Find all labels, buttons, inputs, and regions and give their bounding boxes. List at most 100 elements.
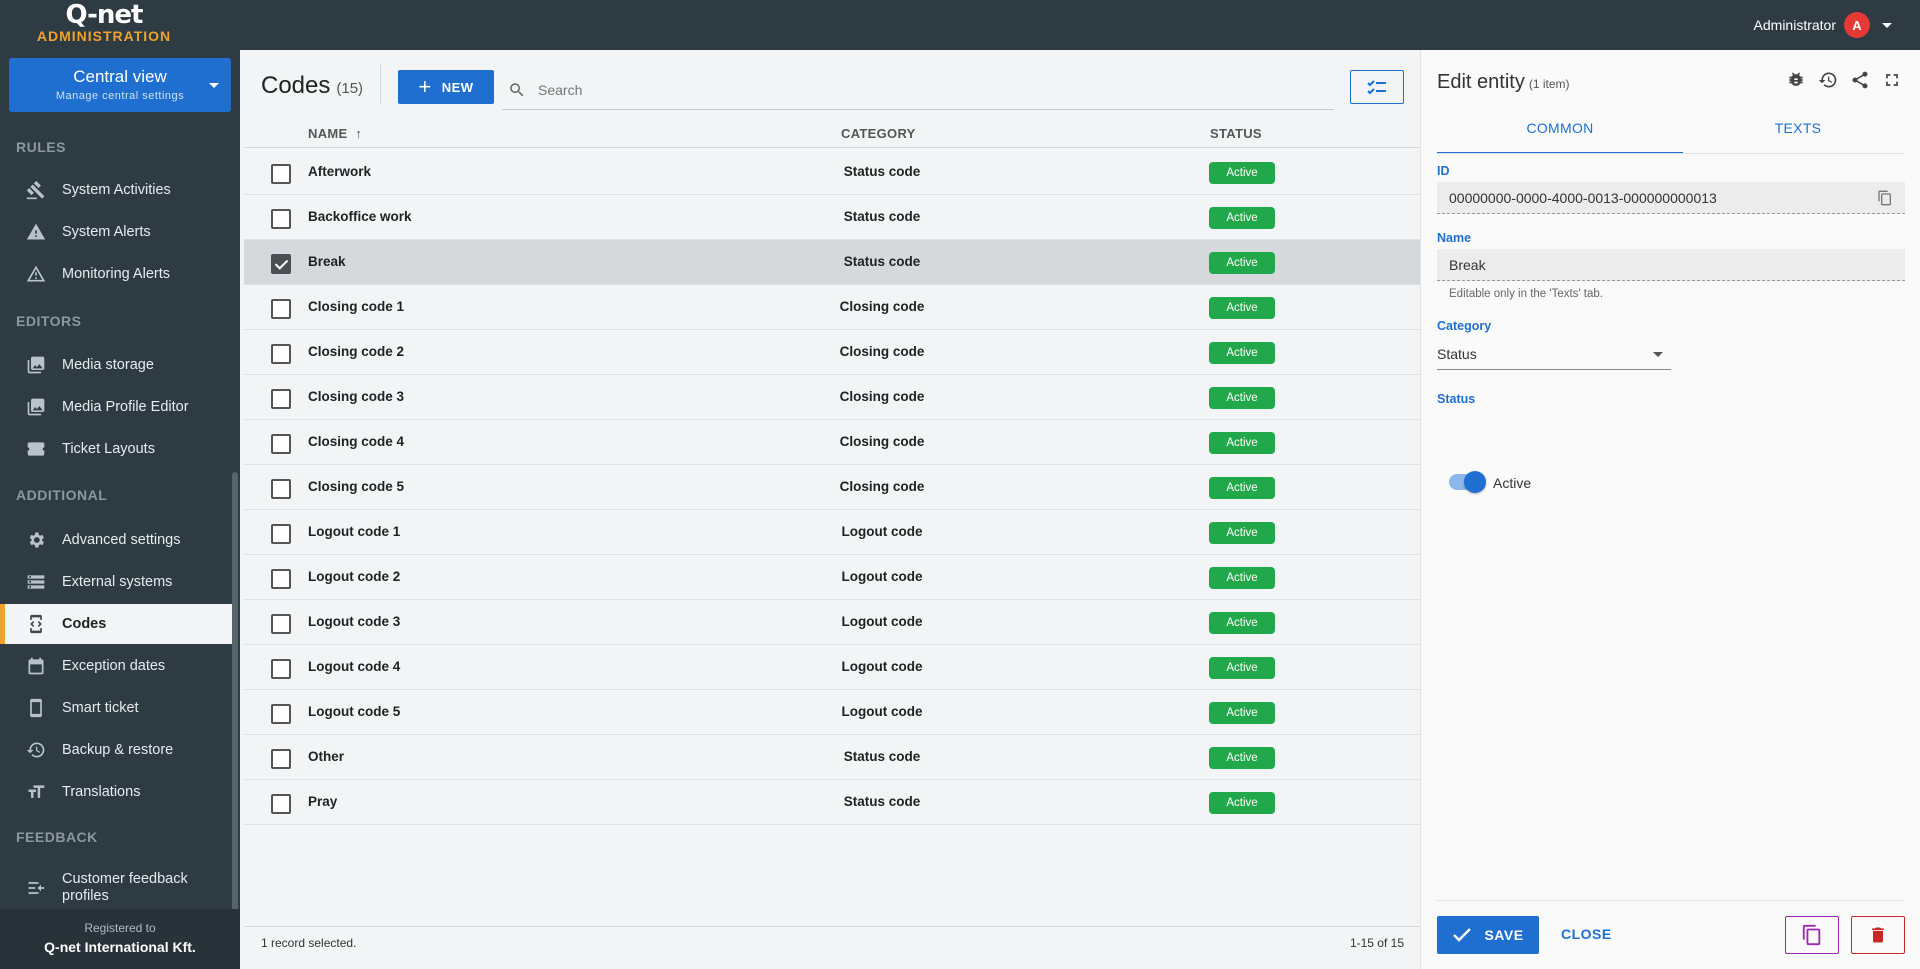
- status-badge: Active: [1209, 252, 1275, 274]
- section-editors: EDITORS: [16, 313, 82, 329]
- tabs-divider: [1437, 153, 1905, 154]
- copy-icon[interactable]: [1877, 190, 1893, 206]
- row-checkbox[interactable]: [271, 749, 291, 769]
- row-checkbox[interactable]: [271, 569, 291, 589]
- logo-main-text: Q-net: [65, 0, 144, 30]
- warning-icon: [25, 222, 47, 242]
- sidebar-item-monitoring-alerts[interactable]: Monitoring Alerts: [0, 254, 232, 294]
- tab-texts[interactable]: TEXTS: [1675, 114, 1920, 154]
- warning-outline-icon: [25, 264, 47, 284]
- table-row[interactable]: Closing code 3 Closing code Active: [244, 375, 1420, 420]
- sidebar-item-exception-dates[interactable]: Exception dates: [0, 646, 232, 686]
- new-button[interactable]: + NEW: [398, 70, 494, 104]
- table-row[interactable]: Other Status code Active: [244, 735, 1420, 780]
- column-header-name[interactable]: NAME ↑: [308, 126, 362, 152]
- row-checkbox[interactable]: [271, 389, 291, 409]
- sidebar-item-external-systems[interactable]: External systems: [0, 562, 232, 602]
- table-row[interactable]: Logout code 4 Logout code Active: [244, 645, 1420, 690]
- status-badge: Active: [1209, 657, 1275, 679]
- row-name: Closing code 2: [308, 344, 405, 359]
- sidebar-item-label: Backup & restore: [62, 742, 174, 758]
- header-divider: [380, 64, 381, 104]
- name-hint: Editable only in the 'Texts' tab.: [1449, 288, 1603, 300]
- table-row[interactable]: Logout code 5 Logout code Active: [244, 690, 1420, 735]
- bug-icon[interactable]: [1786, 70, 1806, 90]
- row-checkbox[interactable]: [271, 524, 291, 544]
- table-row[interactable]: Closing code 2 Closing code Active: [244, 330, 1420, 375]
- status-badge: Active: [1209, 162, 1275, 184]
- row-checkbox[interactable]: [271, 704, 291, 724]
- table-row[interactable]: Logout code 1 Logout code Active: [244, 510, 1420, 555]
- status-toggle[interactable]: [1449, 471, 1486, 493]
- id-label: ID: [1437, 164, 1450, 178]
- sidebar-item-media-storage[interactable]: Media storage: [0, 345, 232, 385]
- table-row[interactable]: Pray Status code Active: [244, 780, 1420, 825]
- table-row[interactable]: Break Status code Active: [244, 240, 1420, 285]
- sidebar-item-customer-feedback-profiles[interactable]: Customer feedback profiles: [0, 866, 232, 910]
- multi-select-toggle-button[interactable]: [1350, 70, 1404, 104]
- row-checkbox[interactable]: [271, 659, 291, 679]
- sidebar-item-media-profile-editor[interactable]: Media Profile Editor: [0, 387, 232, 427]
- sidebar-item-backup-restore[interactable]: Backup & restore: [0, 730, 232, 770]
- fullscreen-icon[interactable]: [1882, 70, 1902, 90]
- registered-name: Q-net International Kft.: [44, 939, 196, 955]
- close-button[interactable]: CLOSE: [1561, 926, 1612, 942]
- table-row[interactable]: Logout code 2 Logout code Active: [244, 555, 1420, 600]
- search-input[interactable]: [538, 81, 1298, 98]
- row-name: Logout code 1: [308, 524, 401, 539]
- table-row[interactable]: Closing code 4 Closing code Active: [244, 420, 1420, 465]
- calendar-icon: [25, 656, 47, 676]
- duplicate-button[interactable]: [1785, 916, 1839, 954]
- sidebar-item-system-alerts[interactable]: System Alerts: [0, 212, 232, 252]
- row-checkbox[interactable]: [271, 344, 291, 364]
- sidebar-item-advanced-settings[interactable]: Advanced settings: [0, 520, 232, 560]
- sidebar-item-translations[interactable]: Translations: [0, 772, 232, 812]
- sidebar-item-label: Monitoring Alerts: [62, 266, 170, 282]
- sidebar-item-smart-ticket[interactable]: Smart ticket: [0, 688, 232, 728]
- row-category: Status code: [843, 164, 921, 179]
- row-checkbox[interactable]: [271, 434, 291, 454]
- sidebar-item-system-activities[interactable]: System Activities: [0, 170, 232, 210]
- row-category: Status code: [843, 209, 921, 224]
- column-header-category[interactable]: CATEGORY: [841, 126, 916, 152]
- trash-icon: [1872, 927, 1884, 943]
- sidebar-item-codes[interactable]: Codes: [0, 604, 232, 644]
- row-checkbox[interactable]: [271, 479, 291, 499]
- sidebar: Central view Manage central settings RUL…: [0, 50, 240, 969]
- table-row[interactable]: Closing code 5 Closing code Active: [244, 465, 1420, 510]
- new-button-label: NEW: [441, 79, 474, 95]
- table-row[interactable]: Afterwork Status code Active: [244, 150, 1420, 195]
- sidebar-scrollbar[interactable]: [232, 472, 238, 917]
- table-row[interactable]: Closing code 1 Closing code Active: [244, 285, 1420, 330]
- save-button[interactable]: SAVE: [1437, 916, 1539, 954]
- row-checkbox[interactable]: [271, 254, 291, 274]
- id-field[interactable]: 00000000-0000-4000-0013-000000000013: [1437, 182, 1905, 214]
- delete-button[interactable]: [1851, 916, 1905, 954]
- sidebar-item-label: Media storage: [62, 357, 154, 373]
- name-field[interactable]: Break: [1437, 249, 1905, 281]
- table-row[interactable]: Logout code 3 Logout code Active: [244, 600, 1420, 645]
- sidebar-item-label: External systems: [62, 574, 173, 590]
- category-select[interactable]: Status: [1437, 338, 1671, 370]
- share-icon[interactable]: [1850, 70, 1870, 90]
- column-header-status[interactable]: STATUS: [1210, 126, 1262, 152]
- history-icon[interactable]: [1818, 70, 1838, 90]
- footer-divider: [244, 926, 1420, 927]
- row-checkbox[interactable]: [271, 164, 291, 184]
- tab-common[interactable]: COMMON: [1437, 114, 1683, 154]
- row-category: Status code: [843, 794, 921, 809]
- edit-item-count: (1 item): [1528, 77, 1570, 91]
- plus-icon: +: [418, 74, 432, 99]
- row-name: Closing code 1: [308, 299, 405, 314]
- gavel-icon: [25, 180, 47, 200]
- user-menu[interactable]: Administrator A: [1754, 12, 1892, 38]
- row-checkbox[interactable]: [271, 614, 291, 634]
- row-checkbox[interactable]: [271, 209, 291, 229]
- row-checkbox[interactable]: [271, 299, 291, 319]
- table-row[interactable]: Backoffice work Status code Active: [244, 195, 1420, 240]
- app-logo[interactable]: Q-net ADMINISTRATION: [34, 2, 174, 44]
- name-label: Name: [1437, 231, 1472, 245]
- sidebar-item-ticket-layouts[interactable]: Ticket Layouts: [0, 429, 232, 469]
- view-selector[interactable]: Central view Manage central settings: [9, 58, 231, 112]
- row-checkbox[interactable]: [271, 794, 291, 814]
